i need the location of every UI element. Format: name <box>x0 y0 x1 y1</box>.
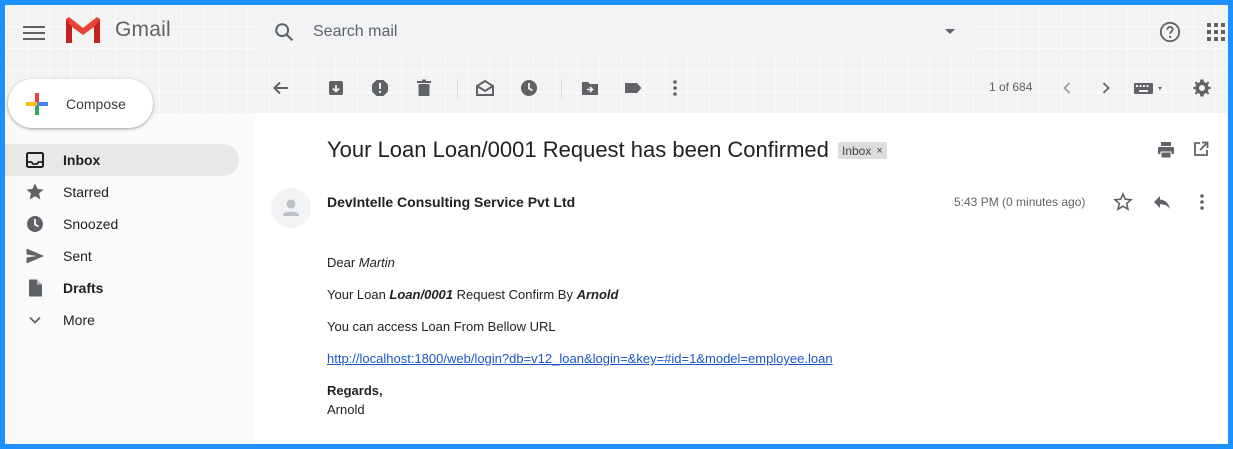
sidebar-item-starred[interactable]: Starred <box>5 176 255 208</box>
confirmed-by: Arnold <box>576 287 619 302</box>
main-menu-icon[interactable] <box>23 23 45 41</box>
label-icon[interactable] <box>623 78 643 98</box>
sidebar-item-label: Sent <box>63 248 92 264</box>
loan-reference: Loan/0001 <box>389 287 454 302</box>
older-icon[interactable] <box>1096 78 1116 98</box>
sidebar-item-label: Snoozed <box>63 216 119 232</box>
message-view: Your Loan Loan/0001 Request has been Con… <box>255 113 1228 444</box>
sidebar-item-drafts[interactable]: Drafts <box>5 272 255 304</box>
keyboard-icon[interactable] <box>1133 78 1167 98</box>
toolbar-divider <box>561 79 562 99</box>
apps-grid-icon[interactable] <box>1207 23 1225 41</box>
sender-name[interactable]: DevIntelle Consulting Service Pvt Ltd <box>327 194 575 210</box>
recipient-name: Martin <box>358 255 395 270</box>
move-to-icon[interactable] <box>580 78 600 98</box>
archive-icon[interactable] <box>326 78 346 98</box>
newer-icon[interactable] <box>1057 78 1077 98</box>
back-icon[interactable] <box>271 78 291 98</box>
sidebar-nav: Inbox Starred Snoozed Sent Drafts More <box>5 144 255 336</box>
sidebar-item-label: Starred <box>63 184 109 200</box>
loan-confirm-line: Your Loan Loan/0001 Request Confirm By A… <box>327 287 618 302</box>
loan-url-link[interactable]: http://localhost:1800/web/login?db=v12_l… <box>327 351 833 366</box>
sidebar-item-snoozed[interactable]: Snoozed <box>5 208 255 240</box>
more-vert-icon[interactable] <box>1194 192 1210 212</box>
clock-icon <box>27 216 43 232</box>
search-options-icon[interactable] <box>945 29 955 34</box>
draft-icon <box>29 279 42 297</box>
pager-count: 1 of 684 <box>989 80 1033 94</box>
inbox-label-chip[interactable]: Inbox × <box>838 142 887 159</box>
help-icon[interactable] <box>1159 21 1181 43</box>
greeting-line: Dear Martin <box>327 255 395 270</box>
more-vert-icon[interactable] <box>665 78 685 98</box>
plus-icon <box>26 92 48 115</box>
compose-label: Compose <box>66 95 126 112</box>
sender-avatar <box>271 188 311 228</box>
reply-icon[interactable] <box>1152 192 1172 212</box>
remove-label-button[interactable]: × <box>876 145 882 157</box>
search-bar[interactable] <box>255 9 977 55</box>
sidebar-item-sent[interactable]: Sent <box>5 240 255 272</box>
app-name: Gmail <box>115 18 171 41</box>
person-icon <box>283 199 299 216</box>
loan-line-middle: Request Confirm By <box>453 287 577 302</box>
sidebar-item-inbox[interactable]: Inbox <box>5 144 239 176</box>
sidebar-item-label: Inbox <box>63 152 101 168</box>
loan-line-prefix: Your Loan <box>327 287 390 302</box>
gmail-m-icon <box>66 17 100 43</box>
regards-line: Regards, <box>327 383 383 398</box>
open-in-new-window-icon[interactable] <box>1193 141 1209 157</box>
label-text: Inbox <box>842 143 872 158</box>
signature-line: Arnold <box>327 402 365 417</box>
message-time: 5:43 PM (0 minutes ago) <box>954 195 1086 209</box>
compose-button[interactable]: Compose <box>8 79 153 128</box>
sidebar-item-more[interactable]: More <box>5 304 255 336</box>
send-icon <box>26 248 44 264</box>
chevron-down-icon <box>29 316 41 324</box>
toolbar-divider <box>457 79 458 99</box>
loan-url-line: http://localhost:1800/web/login?db=v12_l… <box>327 351 833 366</box>
star-icon <box>26 183 44 200</box>
email-subject: Your Loan Loan/0001 Request has been Con… <box>327 137 829 162</box>
sidebar-item-label: Drafts <box>63 280 104 296</box>
delete-icon[interactable] <box>414 78 434 98</box>
access-line: You can access Loan From Bellow URL <box>327 319 556 334</box>
snooze-icon[interactable] <box>519 78 539 98</box>
print-icon[interactable] <box>1157 141 1175 159</box>
search-icon[interactable] <box>273 21 295 43</box>
greeting-prefix: Dear <box>327 255 359 270</box>
settings-icon[interactable] <box>1192 78 1212 98</box>
inbox-icon <box>26 152 44 168</box>
sidebar-item-label: More <box>63 312 95 328</box>
mark-unread-icon[interactable] <box>475 78 495 98</box>
gmail-logo[interactable]: Gmail <box>63 15 171 45</box>
star-icon[interactable] <box>1113 192 1133 212</box>
report-spam-icon[interactable] <box>370 78 390 98</box>
search-input[interactable] <box>313 23 913 41</box>
gmail-window: Gmail Compose <box>5 5 1228 444</box>
